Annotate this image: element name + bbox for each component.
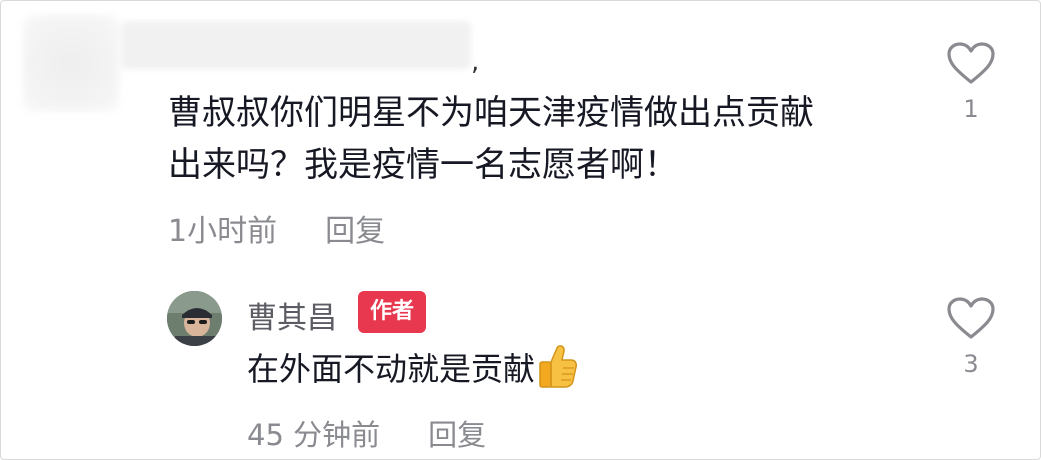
author-avatar[interactable] xyxy=(167,291,222,346)
author-badge: 作者 xyxy=(358,291,426,333)
reply-like[interactable]: 3 xyxy=(941,296,1001,378)
comment-like[interactable]: 1 xyxy=(941,41,1001,123)
comment-like-count: 1 xyxy=(963,95,979,123)
author-name[interactable]: 曹其昌 xyxy=(247,293,337,337)
reply-meta: 45 分钟前 回复 xyxy=(247,412,486,454)
comment-time: 1小时前 xyxy=(168,214,278,249)
reply-time: 45 分钟前 xyxy=(247,418,381,452)
blurred-username[interactable] xyxy=(121,21,471,69)
heart-icon[interactable] xyxy=(946,41,996,85)
comment-card: , 曹叔叔你们明星不为咱天津疫情做出点贡献 出来吗？我是疫情一名志愿者啊！ 1小… xyxy=(0,0,1041,460)
heart-icon[interactable] xyxy=(946,296,996,340)
comment-text-line-1: 曹叔叔你们明星不为咱天津疫情做出点贡献 xyxy=(168,93,814,133)
username-suffix: , xyxy=(471,47,480,77)
comment-text-line-2: 出来吗？我是疫情一名志愿者啊！ xyxy=(168,145,678,185)
reply-text-content: 在外面不动就是贡献 xyxy=(247,350,536,388)
reply-reply-button[interactable]: 回复 xyxy=(428,418,486,452)
comment-reply-button[interactable]: 回复 xyxy=(325,214,385,249)
reply-like-count: 3 xyxy=(963,350,979,378)
comment-meta: 1小时前 回复 xyxy=(168,206,385,250)
thumbs-up-icon xyxy=(537,344,578,400)
blurred-avatar[interactable] xyxy=(23,15,119,111)
reply-text: 在外面不动就是贡献 xyxy=(247,344,578,400)
